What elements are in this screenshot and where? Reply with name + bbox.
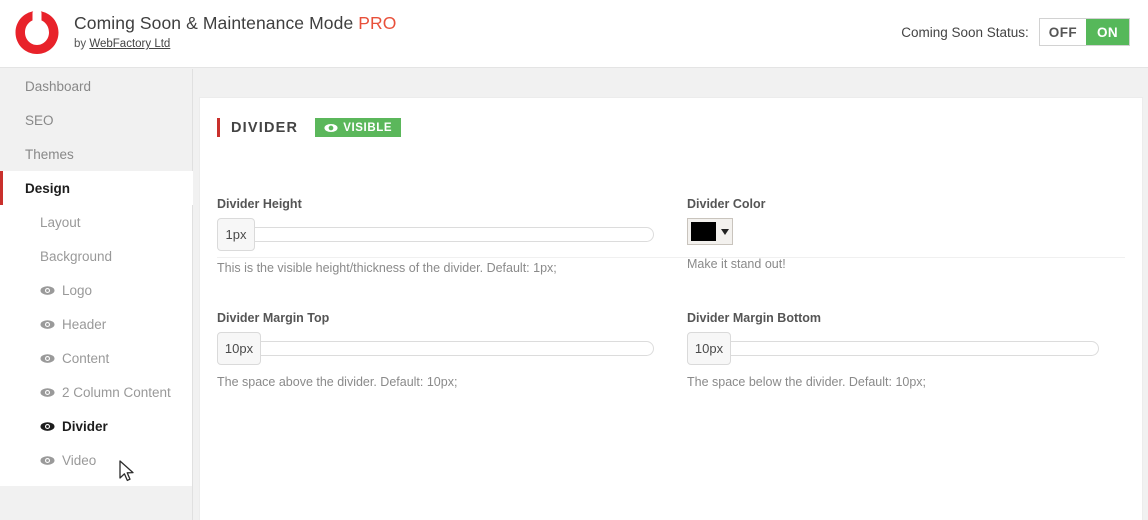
sidebar-subitem-label: Background (40, 248, 113, 264)
brand: Coming Soon & Maintenance Mode PRO by We… (12, 6, 396, 58)
slider-track[interactable] (239, 227, 654, 242)
sidebar-subitem-label: Header (62, 316, 107, 332)
eye-icon (40, 421, 55, 432)
app-title-text: Coming Soon & Maintenance Mode (74, 13, 359, 33)
page-title: Coming Soon & Maintenance Mode PRO (74, 13, 397, 33)
divider-margin-top-slider[interactable]: 10px (217, 332, 657, 366)
sidebar-subitem-layout[interactable]: Layout (0, 205, 192, 239)
sidebar-subitem-video[interactable]: Video (0, 443, 192, 477)
author-line: by WebFactory Ltd (74, 38, 396, 50)
slider-value-handle[interactable]: 1px (217, 218, 255, 251)
sidebar-item-label: Design (25, 180, 71, 196)
eye-icon (40, 455, 55, 466)
sidebar-subitem-background[interactable]: Background (0, 239, 192, 273)
sidebar-subitem-label: Content (62, 350, 110, 366)
sidebar-subitem-header[interactable]: Header (0, 307, 192, 341)
field-help: The space below the divider. Default: 10… (687, 375, 927, 389)
field-divider-color: Divider Color Make it stand out! (687, 197, 1107, 271)
slider-track[interactable] (709, 341, 1099, 356)
coming-soon-status: Coming Soon Status: OFF ON (901, 18, 1130, 46)
sidebar-item-design[interactable]: Design (0, 171, 193, 205)
slider-track[interactable] (239, 341, 654, 356)
visibility-badge[interactable]: VISIBLE (315, 118, 402, 137)
section-accent-bar (217, 118, 220, 137)
eye-icon (40, 319, 55, 330)
sidebar-subitem-label: 2 Column Content (62, 384, 171, 400)
eye-icon (40, 353, 55, 364)
panel-header: DIVIDER VISIBLE (200, 98, 1142, 137)
sidebar-item-label: SEO (25, 112, 54, 128)
sidebar-subitem-2-column-content[interactable]: 2 Column Content (0, 375, 192, 409)
field-label: Divider Height (217, 197, 302, 211)
divider-color-picker[interactable] (687, 218, 733, 245)
color-swatch[interactable] (691, 222, 716, 241)
sidebar-subitem-label: Layout (40, 214, 81, 230)
pro-label: PRO (358, 13, 397, 33)
sidebar-subitem-label: Divider (62, 418, 108, 434)
sidebar-subitem-divider[interactable]: Divider (0, 409, 192, 443)
slider-value-handle[interactable]: 10px (687, 332, 731, 365)
row-divider-line (217, 257, 1125, 258)
chevron-down-icon[interactable] (721, 228, 729, 235)
field-help: This is the visible height/thickness of … (217, 261, 557, 275)
field-help: The space above the divider. Default: 10… (217, 375, 458, 389)
sidebar-subitem-logo[interactable]: Logo (0, 273, 192, 307)
field-help: Make it stand out! (687, 257, 786, 271)
visibility-badge-label: VISIBLE (343, 121, 393, 134)
app-header: Coming Soon & Maintenance Mode PRO by We… (0, 0, 1148, 68)
status-toggle[interactable]: OFF ON (1038, 18, 1130, 46)
eye-icon (40, 387, 55, 398)
author-link[interactable]: WebFactory Ltd (89, 38, 170, 50)
sidebar-item-label: Themes (25, 146, 74, 162)
divider-settings-panel: DIVIDER VISIBLE Divider Height 1px This … (199, 97, 1143, 520)
field-label: Divider Margin Bottom (687, 311, 822, 325)
eye-icon (40, 285, 55, 296)
divider-height-slider[interactable]: 1px (217, 218, 657, 252)
power-wrench-logo-icon (12, 8, 62, 58)
sidebar-subitem-label: Video (62, 452, 97, 468)
eye-icon (324, 123, 338, 133)
toggle-on-segment[interactable]: ON (1086, 19, 1129, 45)
sidebar: Dashboard SEO Themes Design Layout Backg… (0, 69, 193, 520)
section-title: DIVIDER (231, 119, 299, 136)
divider-margin-bottom-slider[interactable]: 10px (687, 332, 1117, 366)
sidebar-item-seo[interactable]: SEO (0, 103, 192, 137)
sidebar-subitem-content[interactable]: Content (0, 341, 192, 375)
status-label: Coming Soon Status: (901, 24, 1029, 40)
field-divider-margin-bottom: Divider Margin Bottom 10px The space bel… (687, 311, 1117, 389)
slider-value-handle[interactable]: 10px (217, 332, 261, 365)
field-label: Divider Margin Top (217, 311, 330, 325)
sidebar-subitem-label: Logo (62, 282, 93, 298)
field-divider-margin-top: Divider Margin Top 10px The space above … (217, 311, 657, 389)
sidebar-item-label: Dashboard (25, 78, 92, 94)
toggle-off-segment[interactable]: OFF (1039, 19, 1086, 45)
sidebar-item-themes[interactable]: Themes (0, 137, 192, 171)
field-label: Divider Color (687, 197, 766, 211)
field-divider-height: Divider Height 1px This is the visible h… (217, 197, 657, 275)
author-prefix: by (74, 38, 90, 51)
sidebar-item-dashboard[interactable]: Dashboard (0, 69, 192, 103)
